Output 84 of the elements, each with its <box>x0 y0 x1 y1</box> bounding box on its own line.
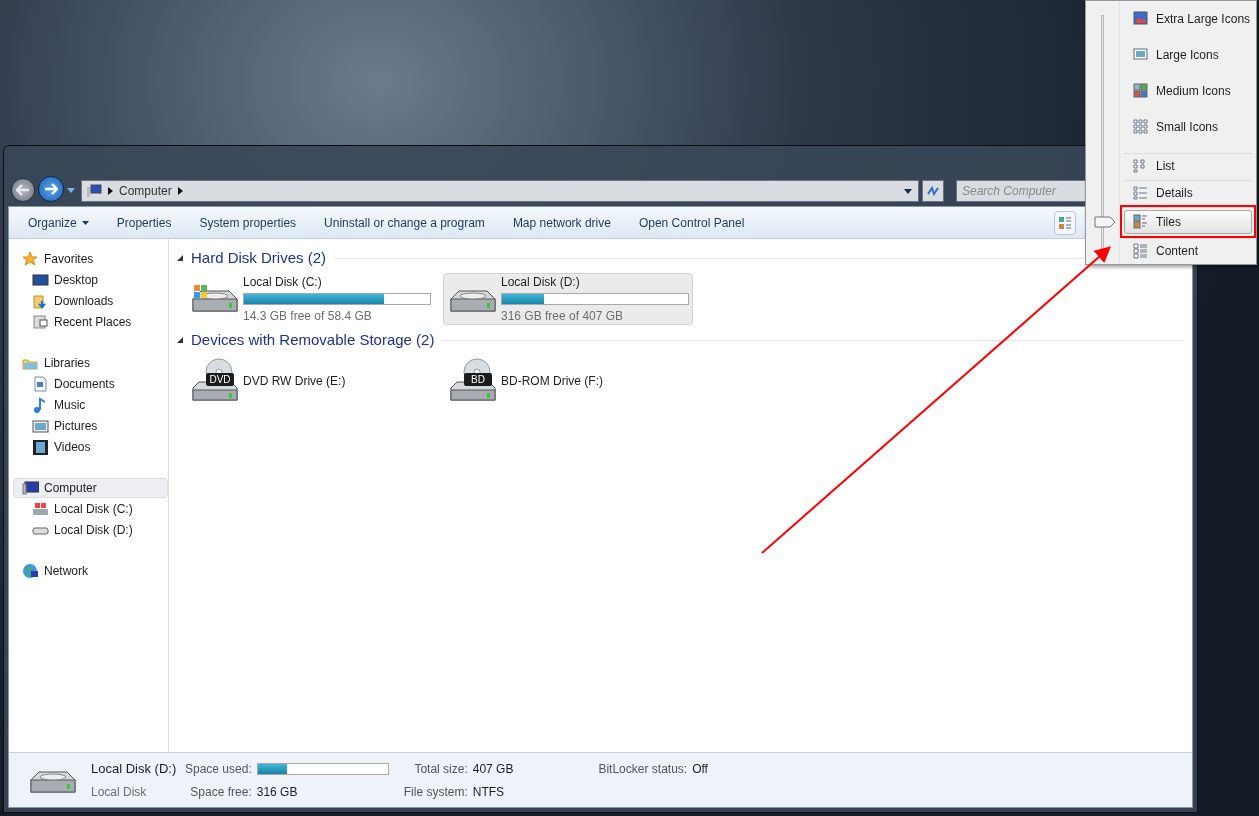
toolbar-button[interactable]: Open Control Panel <box>625 209 758 236</box>
sidebar-item[interactable]: Pictures <box>13 415 168 436</box>
computer-icon <box>22 480 39 496</box>
group-header[interactable]: Devices with Removable Storage (2) <box>191 328 435 352</box>
sidebar-item[interactable]: Videos <box>13 436 168 457</box>
field-label: Total size: <box>413 760 468 778</box>
view-menu-item[interactable]: Large Icons <box>1124 43 1252 67</box>
refresh-button[interactable] <box>922 180 944 202</box>
media-type-label: DVD <box>206 373 234 386</box>
sidebar-item[interactable]: Music <box>13 394 168 415</box>
breadcrumb-arrow-icon[interactable] <box>108 187 113 195</box>
address-bar[interactable]: Computer <box>81 180 919 202</box>
small-grid-icon <box>1133 119 1150 135</box>
sidebar-item[interactable]: Computer <box>13 478 168 498</box>
drive-name: Local Disk (D:) <box>91 760 177 779</box>
film-icon <box>32 438 49 455</box>
sidebar-item[interactable]: Favorites <box>13 249 168 269</box>
monitor-icon <box>32 271 49 288</box>
recent-pages-caret-icon[interactable] <box>67 188 75 193</box>
group-header[interactable]: Hard Disk Drives (2) <box>191 246 326 270</box>
drive-tile[interactable]: DVD DVD RW Drive (E:) <box>185 355 435 407</box>
view-menu-item[interactable]: List <box>1124 154 1252 178</box>
sidebar-item[interactable]: Documents <box>13 373 168 394</box>
sidebar-item[interactable]: Downloads <box>13 290 168 311</box>
field-value: 407 GB <box>472 760 514 778</box>
toolbar-button[interactable]: Properties <box>103 209 185 236</box>
free-space-text: 316 GB free of 407 GB <box>501 308 625 325</box>
drive-name: BD-ROM Drive (F:) <box>501 373 603 390</box>
landscape-icon <box>1133 11 1150 27</box>
field-label: BitLocker status: <box>598 760 688 778</box>
toolbar-button[interactable]: System properties <box>186 209 310 236</box>
view-menu-item[interactable]: Tiles <box>1124 210 1252 234</box>
slider-thumb[interactable] <box>1094 216 1116 228</box>
globe-icon <box>22 563 39 579</box>
back-button[interactable] <box>11 178 35 202</box>
sidebar-item[interactable]: Recent Places <box>13 311 168 332</box>
content-view-icon <box>1133 243 1150 259</box>
field-label: Space used: <box>185 760 252 778</box>
field-value: 316 GB <box>256 783 299 801</box>
tile-grid-icon <box>1133 83 1150 99</box>
sidebar-item[interactable]: Local Disk (D:) <box>13 519 168 540</box>
field-value: Off <box>692 760 708 778</box>
tiles-view-icon <box>1133 214 1150 230</box>
sidebar-item[interactable]: Network <box>13 561 168 581</box>
field-value: NTFS <box>472 783 506 801</box>
sidebar-item[interactable]: Libraries <box>13 353 168 373</box>
drive-name: Local Disk (C:) <box>243 274 323 291</box>
view-menu-item[interactable]: Details <box>1124 181 1252 205</box>
drive-tile[interactable]: Local Disk (D:) 316 GB free of 407 GB <box>443 273 693 325</box>
drive-tile[interactable]: Local Disk (C:) 14.3 GB free of 58.4 GB <box>185 273 435 325</box>
dropdown-caret-icon[interactable] <box>904 188 912 194</box>
tiles-view-icon <box>1059 216 1071 229</box>
view-menu-item[interactable]: Medium Icons <box>1124 79 1252 103</box>
star-icon <box>22 251 39 267</box>
sidebar-item[interactable]: Local Disk (C:) <box>13 498 168 519</box>
collapse-arrow-icon[interactable] <box>177 255 183 261</box>
view-menu-item[interactable]: Small Icons <box>1124 115 1252 139</box>
forward-button[interactable] <box>38 176 64 202</box>
drive-name: Local Disk (D:) <box>501 274 581 291</box>
field-label: File system: <box>403 783 468 801</box>
view-menu-item[interactable]: Content <box>1124 239 1252 263</box>
toolbar-button[interactable]: Uninstall or change a program <box>311 209 498 236</box>
drive-tile[interactable]: BD BD-ROM Drive (F:) <box>443 355 693 407</box>
computer-icon <box>86 184 102 198</box>
breadcrumb-arrow-icon[interactable] <box>177 187 183 195</box>
collapse-arrow-icon[interactable] <box>177 337 183 343</box>
forward-arrow-icon <box>44 183 58 195</box>
folder-icon <box>32 292 49 309</box>
refresh-icon <box>926 185 940 197</box>
picture-icon <box>1133 47 1150 63</box>
back-arrow-icon <box>16 184 30 196</box>
breadcrumb-item[interactable]: Computer <box>119 182 172 200</box>
drive-name: DVD RW Drive (E:) <box>243 373 346 390</box>
toolbar-button[interactable]: Organize <box>15 209 102 236</box>
drive-type: Local Disk <box>91 783 148 801</box>
free-space-text: 14.3 GB free of 58.4 GB <box>243 308 373 325</box>
media-type-label: BD <box>464 373 492 386</box>
details-view-icon <box>1133 185 1150 201</box>
field-label: Space free: <box>189 783 252 801</box>
view-options-button[interactable] <box>1054 210 1076 235</box>
toolbar-button[interactable]: Map network drive <box>499 209 624 236</box>
sidebar-item[interactable]: Desktop <box>13 269 168 290</box>
picture-icon <box>32 417 49 434</box>
view-menu-item[interactable]: Extra Large Icons <box>1124 7 1252 31</box>
